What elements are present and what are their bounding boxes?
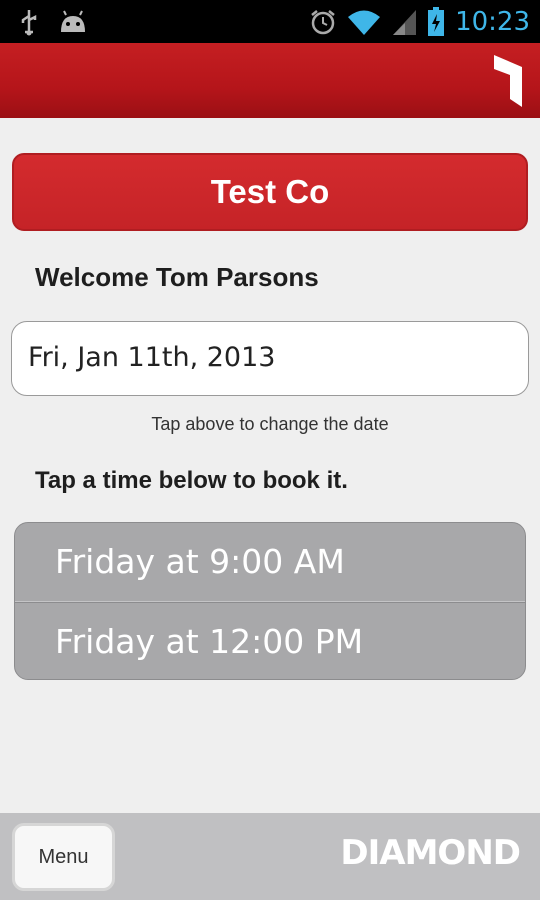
menu-button[interactable]: Menu: [12, 823, 115, 891]
time-slot-item[interactable]: Friday at 9:00 AM: [15, 523, 525, 601]
battery-icon: [427, 7, 445, 37]
date-hint: Tap above to change the date: [151, 414, 389, 434]
time-slot-item[interactable]: Friday at 12:00 PM: [15, 603, 525, 679]
time-slot-list: Friday at 9:00 AM Friday at 12:00 PM: [14, 522, 526, 680]
usb-icon: [18, 8, 40, 36]
company-button[interactable]: Test Co: [12, 153, 528, 231]
app-logo-icon: [492, 53, 524, 114]
welcome-text: Welcome Tom Parsons: [35, 262, 319, 292]
clock: 10:23: [455, 7, 530, 37]
status-bar: 10:23: [0, 0, 540, 43]
signal-icon: [391, 8, 417, 36]
brand-logo: DIAMOND: [340, 833, 521, 873]
bottom-bar: Menu DIAMOND: [0, 813, 540, 900]
wifi-icon: [347, 8, 381, 36]
booking-instruction: Tap a time below to book it.: [35, 467, 348, 494]
android-icon: [58, 10, 88, 34]
date-picker-field[interactable]: Fri, Jan 11th, 2013: [11, 321, 529, 396]
app-header: [0, 43, 540, 118]
alarm-icon: [309, 8, 337, 36]
